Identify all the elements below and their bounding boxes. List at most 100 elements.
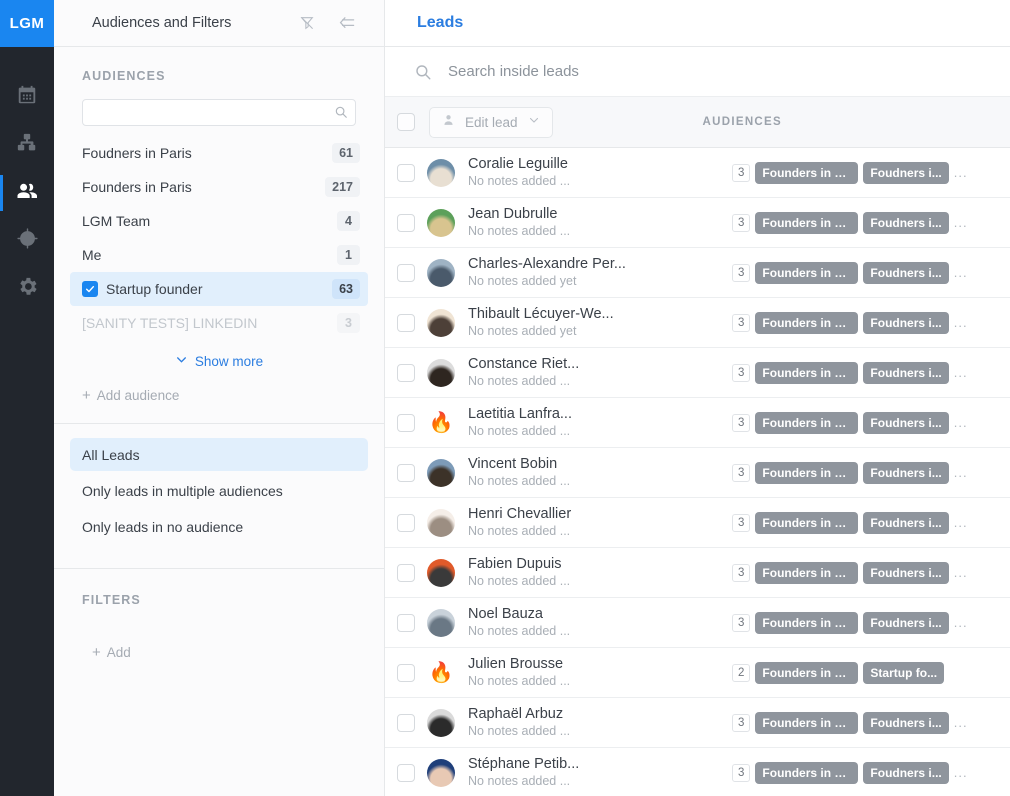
avatar [427, 158, 455, 187]
audience-chip[interactable]: Foudners i... [863, 711, 949, 734]
table-row[interactable]: Vincent Bobin No notes added ... 3 Founders… [385, 448, 1010, 498]
audience-chip[interactable]: Founders in Paris [755, 761, 859, 784]
row-checkbox[interactable] [397, 563, 415, 582]
table-row[interactable]: Noel Bauza No notes added ... 3 Founders in… [385, 598, 1010, 648]
search-icon [334, 105, 348, 119]
row-checkbox[interactable] [397, 763, 415, 782]
more-audiences-ellipsis[interactable]: ... [954, 465, 968, 480]
audience-chip[interactable]: Founders in Paris [755, 261, 859, 284]
row-checkbox[interactable] [397, 613, 415, 632]
row-checkbox[interactable] [397, 363, 415, 382]
lead-scope-item[interactable]: Only leads in no audience [70, 510, 368, 543]
audience-chip[interactable]: Founders in Paris [755, 561, 859, 584]
audience-chip[interactable]: Foudners i... [863, 761, 949, 784]
table-row[interactable]: Charles-Alexandre Per... No notes added y… [385, 248, 1010, 298]
add-filter-button[interactable]: + Add [82, 623, 356, 660]
audience-chip[interactable]: Foudners i... [863, 561, 949, 584]
add-audience-button[interactable]: + Add audience [82, 378, 356, 423]
audience-count-badge: 3 [732, 413, 751, 432]
audience-chip[interactable]: Founders in Paris [755, 711, 859, 734]
row-checkbox[interactable] [397, 513, 415, 532]
row-select-cell [385, 313, 427, 332]
more-audiences-ellipsis[interactable]: ... [954, 615, 968, 630]
lead-name: Raphaël Arbuz [468, 706, 564, 722]
row-checkbox[interactable] [397, 663, 415, 682]
audience-item[interactable]: Me 1 [70, 238, 368, 272]
audience-chip[interactable]: Foudners i... [863, 161, 949, 184]
table-row[interactable]: Stéphane Petib... No notes added ... 3 Foun… [385, 748, 1010, 796]
audience-chip[interactable]: Founders in Paris [755, 211, 859, 234]
audience-chip[interactable]: Foudners i... [863, 461, 949, 484]
table-row[interactable]: Thibault Lécuyer-We... No notes added yet… [385, 298, 1010, 348]
audience-chip[interactable]: Founders in Paris [755, 511, 859, 534]
table-row[interactable]: Constance Riet... No notes added ... 3 Foun… [385, 348, 1010, 398]
audience-chip[interactable]: Founders in Paris [755, 361, 859, 384]
avatar [427, 458, 455, 487]
audience-chip[interactable]: Foudners i... [863, 511, 949, 534]
row-checkbox[interactable] [397, 463, 415, 482]
audience-item[interactable]: LGM Team 4 [70, 204, 368, 238]
audience-chip[interactable]: Foudners i... [863, 211, 949, 234]
audience-chip[interactable]: Foudners i... [863, 261, 949, 284]
select-all-checkbox[interactable] [397, 113, 415, 131]
row-checkbox[interactable] [397, 163, 415, 182]
audience-chip[interactable]: Foudners i... [863, 311, 949, 334]
lead-audiences-cell: 3 Founders in Paris Foudners i...... [732, 261, 968, 284]
collapse-panel-icon[interactable] [337, 15, 356, 31]
more-audiences-ellipsis[interactable]: ... [954, 765, 968, 780]
more-audiences-ellipsis[interactable]: ... [954, 315, 968, 330]
row-checkbox[interactable] [397, 263, 415, 282]
table-row[interactable]: Fabien Dupuis No notes added ... 3 Founders… [385, 548, 1010, 598]
more-audiences-ellipsis[interactable]: ... [954, 215, 968, 230]
more-audiences-ellipsis[interactable]: ... [954, 565, 968, 580]
sidebar-item-prospecting[interactable] [0, 217, 54, 265]
row-checkbox[interactable] [397, 413, 415, 432]
row-checkbox[interactable] [397, 213, 415, 232]
avatar [427, 308, 455, 337]
lead-scope-item[interactable]: Only leads in multiple audiences [70, 474, 368, 507]
edit-lead-dropdown[interactable]: Edit lead [429, 106, 553, 138]
audience-chip[interactable]: Foudners i... [863, 361, 949, 384]
audience-chip[interactable]: Foudners i... [863, 611, 949, 634]
row-select-cell [385, 463, 427, 482]
row-select-cell [385, 413, 427, 432]
audiences-filters-panel: Audiences and Filters AUDIENCES Foudners… [54, 0, 385, 796]
brand-logo[interactable]: LGM [0, 0, 54, 47]
more-audiences-ellipsis[interactable]: ... [954, 415, 968, 430]
show-more-audiences-button[interactable]: Show more [82, 344, 356, 378]
audience-count-badge: 3 [732, 263, 751, 282]
more-audiences-ellipsis[interactable]: ... [954, 515, 968, 530]
audience-chip[interactable]: Founders in Paris [755, 461, 859, 484]
audience-search-input[interactable] [82, 99, 356, 126]
table-row[interactable]: Raphaël Arbuz No notes added ... 3 Founders… [385, 698, 1010, 748]
row-checkbox[interactable] [397, 313, 415, 332]
table-row[interactable]: Henri Chevallier No notes added ... 3 Found… [385, 498, 1010, 548]
sidebar-item-calendar[interactable] [0, 73, 54, 121]
row-checkbox[interactable] [397, 713, 415, 732]
more-audiences-ellipsis[interactable]: ... [954, 715, 968, 730]
sidebar-item-leads[interactable] [0, 169, 54, 217]
more-audiences-ellipsis[interactable]: ... [954, 365, 968, 380]
audience-chip[interactable]: Founders in Paris [755, 611, 859, 634]
audience-item[interactable]: Founders in Paris 217 [70, 170, 368, 204]
filter-off-icon[interactable] [299, 15, 315, 31]
table-row[interactable]: 🔥 Julien Brousse No notes added ... 2 Founde… [385, 648, 1010, 698]
audience-item[interactable]: Foudners in Paris 61 [70, 136, 368, 170]
audience-chip[interactable]: Startup fo... [863, 661, 945, 684]
search-input[interactable] [448, 63, 1010, 80]
more-audiences-ellipsis[interactable]: ... [954, 265, 968, 280]
sidebar-item-settings[interactable] [0, 265, 54, 313]
sidebar-item-campaigns[interactable] [0, 121, 54, 169]
audience-chip[interactable]: Founders in Paris [755, 411, 859, 434]
audience-chip[interactable]: Founders in Paris [755, 661, 859, 684]
audience-chip[interactable]: Founders in Paris [755, 161, 859, 184]
table-row[interactable]: 🔥 Laetitia Lanfra... No notes added ... 3 Fo… [385, 398, 1010, 448]
audience-item[interactable]: [SANITY TESTS] LINKEDIN 3 [70, 306, 368, 340]
lead-scope-item[interactable]: All Leads [70, 438, 368, 471]
audience-chip[interactable]: Foudners i... [863, 411, 949, 434]
table-row[interactable]: Coralie Leguille No notes added ... 3 Found… [385, 148, 1010, 198]
more-audiences-ellipsis[interactable]: ... [954, 165, 968, 180]
table-row[interactable]: Jean Dubrulle No notes added ... 3 Founders… [385, 198, 1010, 248]
audience-item[interactable]: Startup founder 63 [70, 272, 368, 306]
audience-chip[interactable]: Founders in Paris [755, 311, 859, 334]
